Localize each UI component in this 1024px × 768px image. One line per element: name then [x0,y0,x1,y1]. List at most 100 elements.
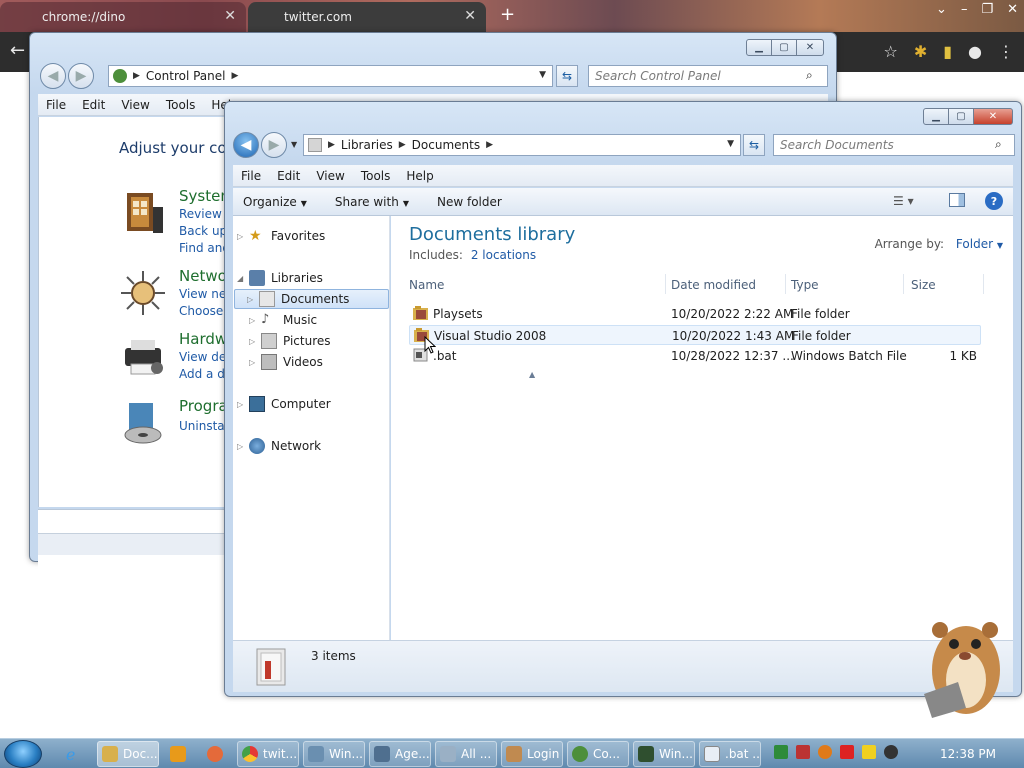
view-options-icon[interactable]: ☰ ▾ [893,194,914,208]
expand-arrow-icon[interactable]: ▷ [249,358,261,367]
nav-item-music[interactable]: ▷ ♪ Music [249,310,317,330]
maximize-icon[interactable]: ▢ [771,39,797,56]
back-button[interactable]: ◀ [40,63,66,89]
address-bar[interactable]: ▶ Control Panel ▶ ▼ [108,65,553,87]
ie-icon[interactable]: ℯ [66,745,75,764]
expand-arrow-icon[interactable]: ▷ [249,316,261,325]
taskbar-button-documents[interactable]: Doc... [97,741,159,767]
close-icon[interactable]: ✕ [796,39,824,56]
chrome-tab-dino[interactable]: chrome://dino ✕ [0,2,246,32]
back-button[interactable]: ◀ [233,132,259,158]
paint-icon[interactable] [207,746,223,762]
tray-icon-search[interactable] [818,745,832,759]
expand-arrow-icon[interactable]: ▷ [247,295,259,304]
refresh-button[interactable]: ⇆ [556,65,578,87]
forward-button[interactable]: ▶ [68,63,94,89]
menu-file[interactable]: File [38,98,74,112]
minimize-icon[interactable]: – [961,2,968,17]
collapse-arrow-icon[interactable]: ◢ [237,274,249,283]
nav-item-libraries[interactable]: ◢ Libraries [237,268,323,288]
expand-arrow-icon[interactable]: ▷ [237,232,249,241]
recent-pages-dropdown-icon[interactable]: ▼ [291,140,297,149]
minimize-icon[interactable]: ▁ [746,39,772,56]
column-header-name[interactable]: Name [409,278,444,292]
column-header-size[interactable]: Size [911,278,936,292]
nav-item-videos[interactable]: ▷ Videos [249,352,323,372]
maximize-icon[interactable]: ▢ [948,108,974,125]
nav-item-documents[interactable]: ▷ Documents [234,289,389,309]
address-bar[interactable]: ▶ Libraries ▶ Documents ▶ ▼ [303,134,741,156]
chevron-down-icon[interactable]: ▼ [539,70,546,80]
taskbar-button-bat[interactable]: .bat ... [699,741,761,767]
search-icon[interactable]: ⌕ [995,137,1002,152]
help-icon[interactable]: ? [985,192,1003,210]
menu-view[interactable]: View [113,98,157,112]
star-icon[interactable]: ☆ [883,42,897,61]
taskbar-button-win-1[interactable]: Win... [303,741,365,767]
table-row[interactable]: Visual Studio 2008 10/20/2022 1:43 AM Fi… [409,325,981,345]
tray-icon-green[interactable] [774,745,788,759]
taskbar-button-agent[interactable]: Age... [369,741,431,767]
hamster-gadget-icon[interactable] [910,610,1014,722]
extensions-icon[interactable]: ✱ [914,42,927,61]
includes-locations-link[interactable]: 2 locations [471,248,536,262]
refresh-button[interactable]: ⇆ [743,134,765,156]
new-tab-icon[interactable]: + [500,6,515,24]
search-input[interactable]: Search Control Panel [588,65,828,87]
new-folder-button[interactable]: New folder [427,195,512,209]
expand-arrow-icon[interactable]: ▷ [237,442,249,451]
preview-pane-icon[interactable] [949,193,965,207]
back-arrow-icon[interactable]: ← [10,40,25,61]
taskbar-button-control-panel[interactable]: Co... [567,741,629,767]
menu-tools[interactable]: Tools [158,98,204,112]
start-button[interactable] [4,740,42,768]
organize-button[interactable]: Organize ▼ [233,195,317,209]
chevron-down-icon[interactable]: ▼ [727,139,734,149]
breadcrumb-control-panel[interactable]: Control Panel [146,69,226,83]
column-header-type[interactable]: Type [791,278,819,292]
tray-icon-yellow[interactable] [862,745,876,759]
breadcrumb-documents[interactable]: Documents [412,138,480,152]
menu-edit[interactable]: Edit [269,169,308,183]
taskbar-button-all[interactable]: All ... [435,741,497,767]
arrange-by-dropdown[interactable]: Folder ▼ [956,237,1003,251]
tray-icon-tools[interactable] [796,745,810,759]
share-with-button[interactable]: Share with ▼ [325,195,419,209]
expand-arrow-icon[interactable]: ▷ [249,337,261,346]
close-tab-icon[interactable]: ✕ [224,8,236,24]
menu-help[interactable]: Help [398,169,441,183]
sidebar-icon[interactable]: ▮ [943,42,952,61]
taskbar-button-win-2[interactable]: Win... [633,741,695,767]
table-row[interactable]: Playsets 10/20/2022 2:22 AM File folder [409,304,981,324]
nav-item-computer[interactable]: ▷ Computer [237,394,331,414]
taskbar-button-login[interactable]: Login [501,741,563,767]
nav-item-network[interactable]: ▷ Network [237,436,321,456]
media-player-icon[interactable] [170,746,186,762]
forward-button[interactable]: ▶ [261,132,287,158]
menu-tools[interactable]: Tools [353,169,399,183]
minimize-icon[interactable]: ▁ [923,108,949,125]
clock[interactable]: 12:38 PM [940,747,996,761]
search-icon[interactable]: ⌕ [806,68,813,83]
chrome-tab-twitter[interactable]: twitter.com ✕ [248,2,486,32]
restore-icon[interactable]: ❐ [981,2,993,17]
close-icon[interactable]: ✕ [1007,2,1018,17]
chevron-down-icon[interactable]: ⌄ [936,2,947,17]
profile-icon[interactable]: ● [968,42,982,61]
breadcrumb-libraries[interactable]: Libraries [341,138,393,152]
menu-view[interactable]: View [308,169,352,183]
menu-file[interactable]: File [233,169,269,183]
close-tab-icon[interactable]: ✕ [464,8,476,24]
search-input[interactable]: Search Documents [773,134,1015,156]
taskbar-button-twitter[interactable]: twit... [237,741,299,767]
table-row[interactable]: .bat 10/28/2022 12:37 ... Windows Batch … [409,346,981,366]
menu-edit[interactable]: Edit [74,98,113,112]
nav-item-favorites[interactable]: ▷ ★ Favorites [237,226,325,246]
expand-arrow-icon[interactable]: ▷ [237,400,249,409]
close-icon[interactable]: ✕ [973,108,1013,125]
kebab-menu-icon[interactable]: ⋮ [998,42,1014,61]
column-header-date[interactable]: Date modified [671,278,756,292]
tray-icon-flag[interactable] [840,745,854,759]
tray-icon-speaker[interactable] [884,745,898,759]
nav-item-pictures[interactable]: ▷ Pictures [249,331,331,351]
